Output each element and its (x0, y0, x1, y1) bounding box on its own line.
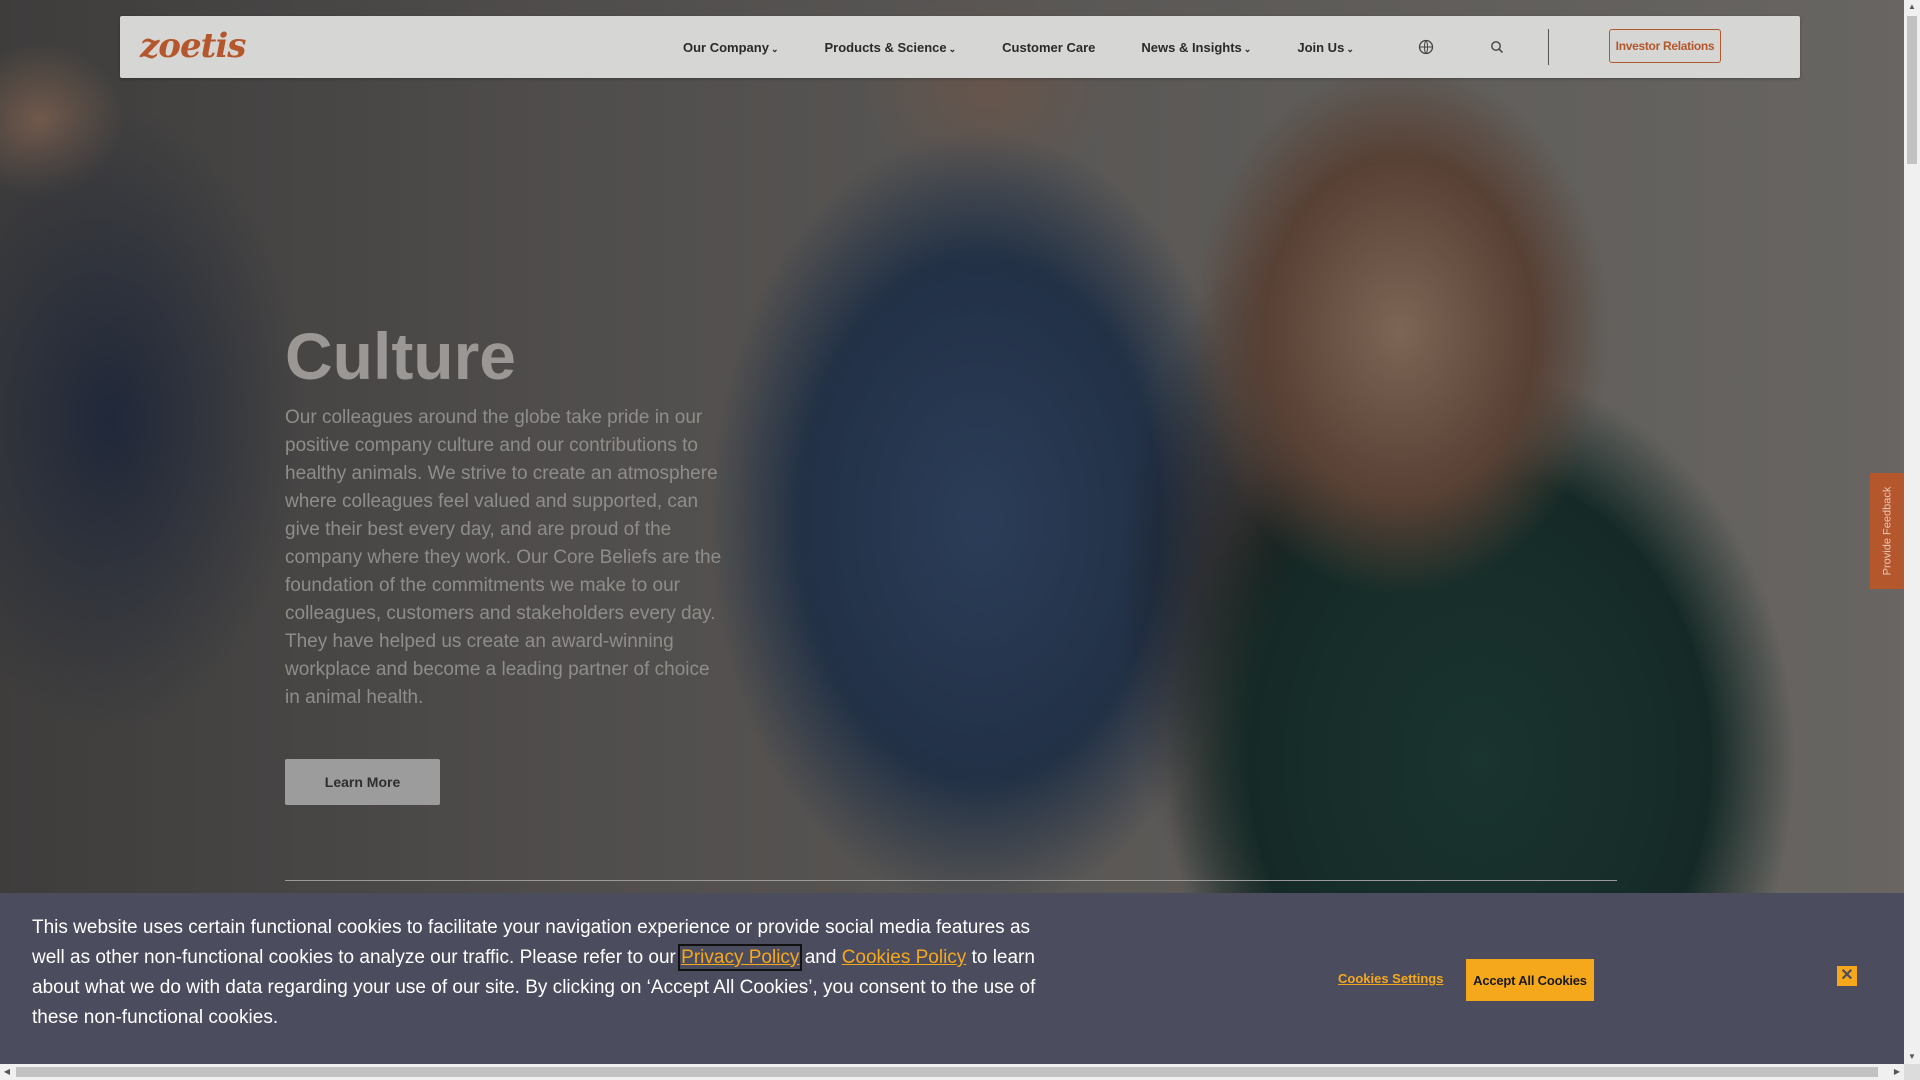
nav-item-products-science[interactable]: Products & Science ⌄ (825, 40, 957, 55)
learn-more-button[interactable]: Learn More (285, 759, 440, 805)
provide-feedback-tab[interactable]: Provide Feedback (1870, 473, 1904, 589)
zoetis-logo[interactable]: zoetis (140, 26, 246, 66)
browser-viewport: zoetis Our Company ⌄ Products & Science ⌄ … (0, 0, 1904, 1064)
nav-item-join-us[interactable]: Join Us ⌄ (1297, 40, 1354, 55)
nav-item-our-company[interactable]: Our Company ⌄ (683, 40, 779, 55)
main-navbar: zoetis Our Company ⌄ Products & Science ⌄ … (120, 16, 1800, 78)
vertical-scroll-thumb[interactable] (1907, 16, 1917, 164)
horizontal-scrollbar[interactable]: ◀ ▶ (0, 1064, 1904, 1080)
chevron-down-icon: ⌄ (948, 43, 957, 54)
vertical-scrollbar[interactable]: ▲ ▼ (1904, 0, 1920, 1064)
hero-divider (285, 880, 1617, 881)
investor-relations-button[interactable]: Investor Relations (1609, 29, 1721, 63)
nav-item-customer-care[interactable]: Customer Care (1002, 40, 1095, 55)
scrollbar-corner (1904, 1064, 1920, 1080)
accept-all-cookies-button[interactable]: Accept All Cookies (1466, 959, 1594, 1001)
scroll-left-arrow-icon[interactable]: ◀ (0, 1064, 14, 1080)
cookies-policy-link[interactable]: Cookies Policy (842, 947, 967, 968)
nav-item-label: Customer Care (1002, 39, 1096, 55)
scroll-right-arrow-icon[interactable]: ▶ (1890, 1064, 1904, 1080)
cookies-settings-link[interactable]: Cookies Settings (1338, 971, 1443, 986)
chevron-down-icon: ⌄ (1243, 43, 1252, 54)
horizontal-scroll-thumb[interactable] (16, 1067, 1878, 1077)
close-icon[interactable]: ✕ (1837, 966, 1857, 986)
nav-item-label: Join Us (1297, 39, 1345, 55)
scroll-up-arrow-icon[interactable]: ▲ (1904, 0, 1920, 14)
search-icon[interactable] (1487, 37, 1507, 57)
globe-icon[interactable] (1416, 37, 1436, 57)
cookie-consent-banner: This website uses certain functional coo… (0, 893, 1904, 1064)
scroll-down-arrow-icon[interactable]: ▼ (1904, 1050, 1920, 1064)
privacy-policy-link[interactable]: Privacy Policy (678, 944, 803, 971)
nav-item-label: Our Company (683, 39, 769, 55)
nav-links: Our Company ⌄ Products & Science ⌄ Custome… (683, 16, 1400, 78)
nav-item-label: Products & Science (824, 39, 947, 55)
nav-item-label: News & Insights (1141, 39, 1242, 55)
nav-item-news-insights[interactable]: News & Insights ⌄ (1141, 40, 1251, 55)
hero-description: Our colleagues around the globe take pri… (285, 407, 722, 708)
nav-divider (1548, 29, 1549, 65)
chevron-down-icon: ⌄ (1346, 43, 1354, 54)
feedback-label: Provide Feedback (1881, 486, 1894, 576)
chevron-down-icon: ⌄ (770, 43, 779, 54)
hero-title: Culture (285, 319, 516, 393)
cookie-message: This website uses certain functional coo… (32, 913, 1052, 1033)
cookie-text-part: and (799, 947, 842, 968)
